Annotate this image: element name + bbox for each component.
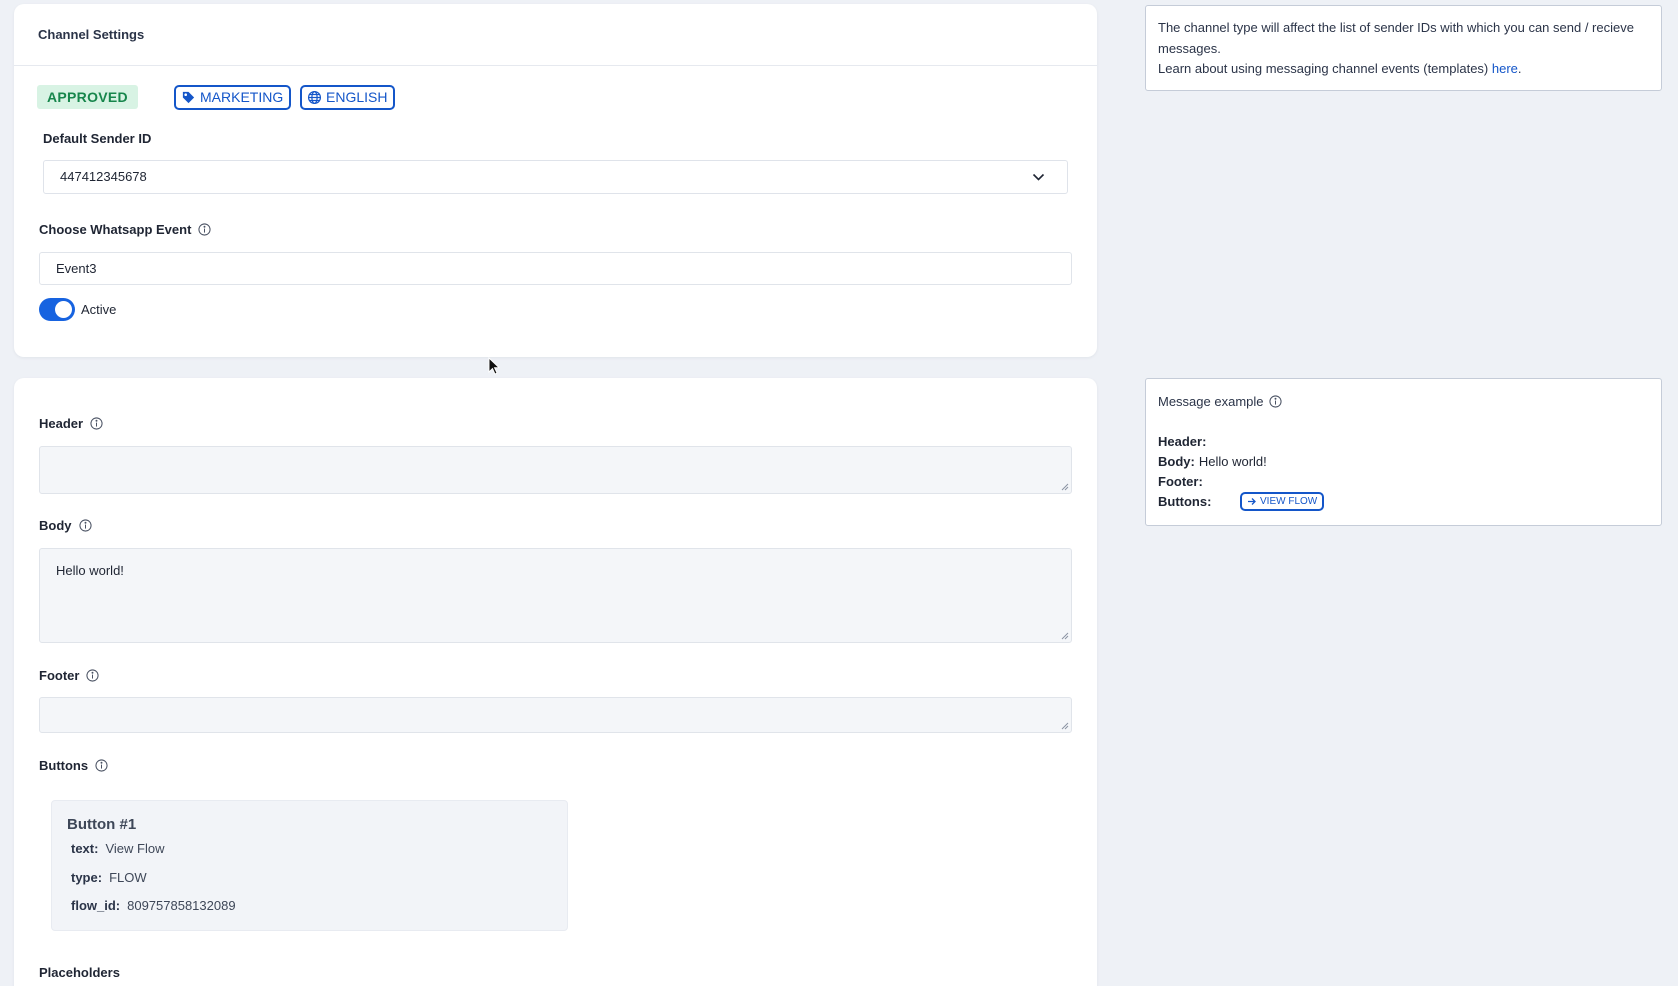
example-buttons-line: Buttons: VIEW FLOW bbox=[1158, 492, 1325, 511]
message-example-box: Message example Header: Body: Hello world… bbox=[1145, 378, 1662, 526]
placeholders-label-text: Placeholders bbox=[39, 965, 120, 980]
button-1-card: Button #1 text: View Flow type: FLOW flow_… bbox=[51, 800, 568, 931]
example-body-value: Hello world! bbox=[1198, 454, 1267, 469]
language-badge: ENGLISH bbox=[300, 85, 396, 110]
header-label-text: Header bbox=[39, 416, 84, 431]
tag-icon bbox=[182, 91, 195, 104]
chevron-down-icon bbox=[1032, 173, 1045, 181]
example-body-line: Body: Hello world! bbox=[1158, 454, 1267, 469]
category-badge: MARKETING bbox=[174, 85, 292, 110]
message-example-title: Message example bbox=[1158, 394, 1282, 409]
example-footer-key: Footer: bbox=[1158, 474, 1203, 489]
button-1-type-row: type: FLOW bbox=[71, 870, 147, 885]
example-header-line: Header: bbox=[1158, 434, 1210, 449]
body-textarea-value: Hello world! bbox=[56, 563, 124, 578]
language-badge-label: ENGLISH bbox=[326, 89, 388, 105]
default-sender-value: 447412345678 bbox=[60, 169, 147, 184]
view-flow-chip-label: VIEW FLOW bbox=[1260, 496, 1318, 507]
info-icon[interactable] bbox=[86, 669, 100, 682]
info-icon[interactable] bbox=[78, 519, 92, 532]
button-1-text-key: text: bbox=[71, 841, 99, 856]
default-sender-select[interactable]: 447412345678 bbox=[43, 160, 1068, 194]
footer-label: Footer bbox=[39, 668, 100, 683]
message-example-title-text: Message example bbox=[1158, 394, 1264, 409]
arrow-right-icon bbox=[1248, 498, 1256, 505]
example-footer-line: Footer: bbox=[1158, 474, 1207, 489]
body-label-text: Body bbox=[39, 518, 72, 533]
resize-handle-icon[interactable] bbox=[1061, 722, 1069, 730]
button-1-type-key: type: bbox=[71, 870, 103, 885]
status-badge: APPROVED bbox=[37, 85, 138, 109]
whatsapp-event-label-text: Choose Whatsapp Event bbox=[39, 222, 192, 237]
info-icon[interactable] bbox=[95, 759, 108, 772]
channel-info-line2-suffix: . bbox=[1517, 61, 1522, 76]
channel-info-line1: The channel type will affect the list of… bbox=[1158, 20, 1634, 56]
channel-settings-title: Channel Settings bbox=[14, 4, 1097, 66]
default-sender-label-text: Default Sender ID bbox=[43, 131, 152, 146]
buttons-label-text: Buttons bbox=[39, 758, 89, 773]
example-header-key: Header: bbox=[1158, 434, 1207, 449]
button-1-text-row: text: View Flow bbox=[71, 841, 164, 856]
info-icon[interactable] bbox=[1268, 395, 1282, 408]
active-toggle-label: Active bbox=[81, 302, 117, 317]
button-1-flow-id-key: flow_id: bbox=[71, 898, 121, 913]
globe-icon bbox=[307, 90, 322, 105]
category-badge-label: MARKETING bbox=[200, 89, 284, 105]
channel-info-line2: Learn about using messaging channel even… bbox=[1158, 61, 1492, 76]
footer-textarea[interactable] bbox=[39, 697, 1072, 733]
active-toggle[interactable] bbox=[39, 298, 75, 321]
example-buttons-key: Buttons: bbox=[1158, 494, 1212, 509]
templates-help-link[interactable]: here bbox=[1492, 61, 1518, 76]
button-1-type-value: FLOW bbox=[109, 870, 147, 885]
channel-type-info-box: The channel type will affect the list of… bbox=[1145, 5, 1662, 91]
header-textarea[interactable] bbox=[39, 446, 1072, 494]
example-body-key: Body: bbox=[1158, 454, 1195, 469]
header-label: Header bbox=[39, 416, 103, 431]
body-textarea[interactable]: Hello world! bbox=[39, 548, 1072, 643]
button-1-text-value: View Flow bbox=[105, 841, 165, 856]
info-icon[interactable] bbox=[90, 417, 103, 430]
footer-label-text: Footer bbox=[39, 668, 80, 683]
whatsapp-event-label: Choose Whatsapp Event bbox=[39, 222, 212, 237]
placeholders-label: Placeholders bbox=[39, 965, 120, 980]
button-1-flow-id-row: flow_id: 809757858132089 bbox=[71, 898, 236, 913]
buttons-label: Buttons bbox=[39, 758, 108, 773]
toggle-knob bbox=[55, 301, 72, 318]
mouse-pointer-icon bbox=[488, 357, 500, 375]
body-label: Body bbox=[39, 518, 92, 533]
button-1-title: Button #1 bbox=[67, 816, 137, 833]
info-icon[interactable] bbox=[198, 223, 212, 236]
button-1-flow-id-value: 809757858132089 bbox=[127, 898, 236, 913]
whatsapp-event-input[interactable]: Event3 bbox=[39, 252, 1072, 285]
resize-handle-icon[interactable] bbox=[1061, 483, 1069, 491]
resize-handle-icon[interactable] bbox=[1061, 632, 1069, 640]
view-flow-chip[interactable]: VIEW FLOW bbox=[1240, 492, 1325, 511]
default-sender-label: Default Sender ID bbox=[43, 131, 151, 146]
